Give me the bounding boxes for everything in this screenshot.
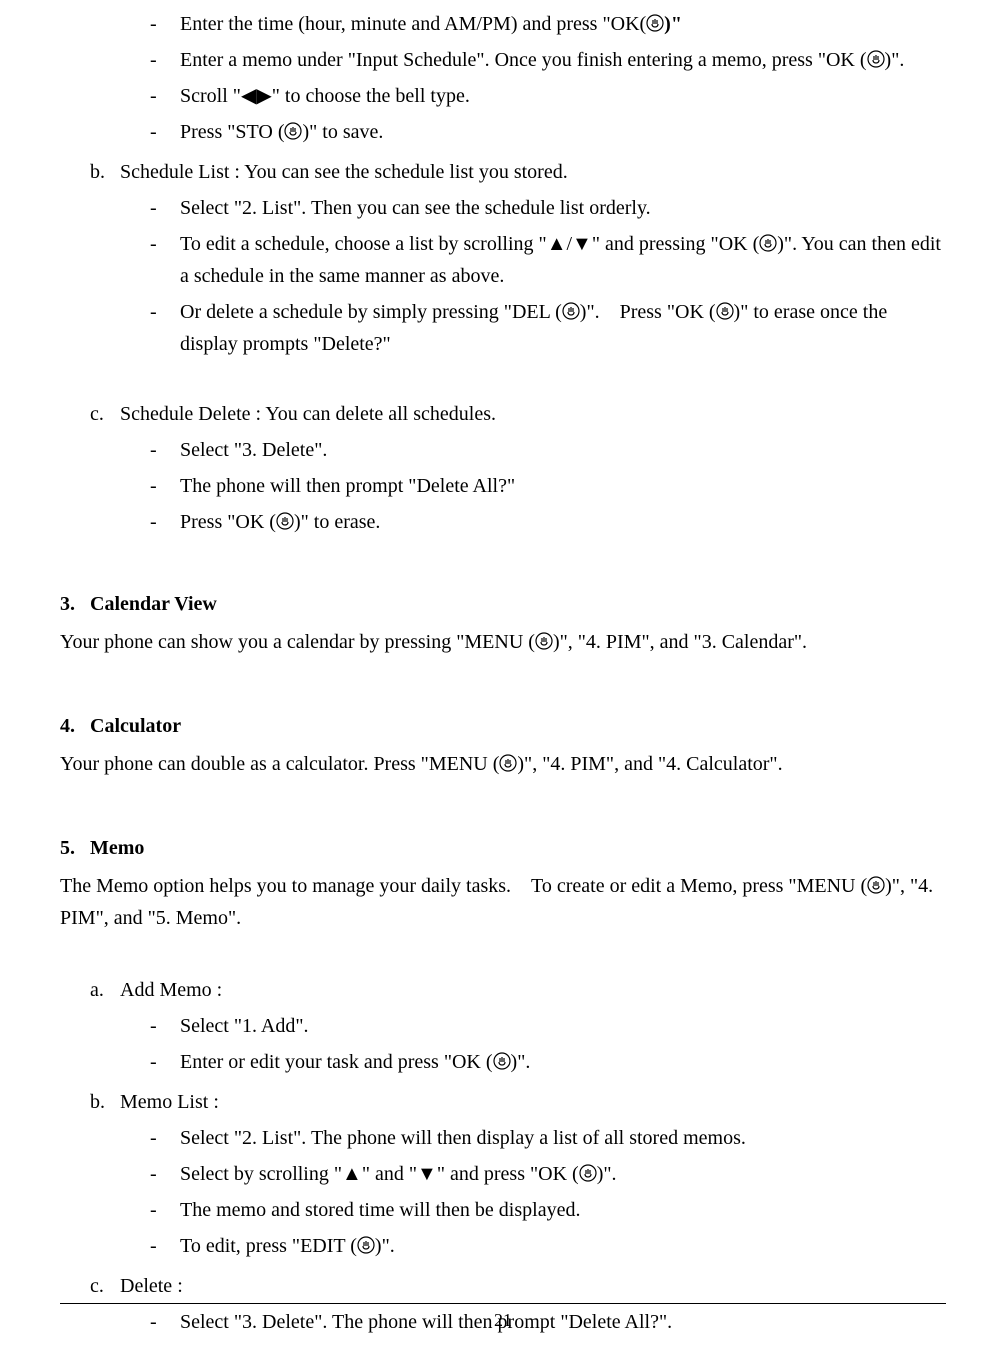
item-b-memo-list: b. Memo List : — [60, 1086, 946, 1118]
ok-hand-icon — [579, 1164, 597, 1182]
bullet-text: The memo and stored time will then be di… — [180, 1194, 946, 1226]
bullet-c-2: - The phone will then prompt "Delete All… — [60, 470, 946, 502]
del-hand-icon — [562, 302, 580, 320]
bullet-scroll-bell: - Scroll "◀▶" to choose the bell type. — [60, 80, 946, 112]
bullet-memo-list-3: - The memo and stored time will then be … — [60, 1194, 946, 1226]
dash: - — [150, 8, 180, 40]
bullet-text: To edit a schedule, choose a list by scr… — [180, 228, 946, 292]
section-4-heading: 4. Calculator — [60, 710, 946, 742]
section-5-body: The Memo option helps you to manage your… — [60, 870, 946, 934]
ok-hand-icon — [759, 234, 777, 252]
dash: - — [150, 80, 180, 112]
bullet-c-3: - Press "OK ()" to erase. — [60, 506, 946, 538]
item-c-memo-title: Delete : — [120, 1270, 183, 1302]
dash: - — [150, 1122, 180, 1154]
ok-hand-icon — [646, 14, 664, 32]
down-arrow-icon: ▼ — [417, 1163, 437, 1185]
menu-hand-icon — [535, 632, 553, 650]
bullet-text: Press "OK ()" to erase. — [180, 506, 946, 538]
section-4-body: Your phone can double as a calculator. P… — [60, 748, 946, 780]
dash: - — [150, 434, 180, 466]
bullet-c-1: - Select "3. Delete". — [60, 434, 946, 466]
item-c-title: Schedule Delete : You can delete all sch… — [120, 398, 496, 430]
section-title: Memo — [90, 832, 144, 864]
section-number: 4. — [60, 710, 90, 742]
dash: - — [150, 1194, 180, 1226]
bullet-b-2: - To edit a schedule, choose a list by s… — [60, 228, 946, 292]
bullet-add-memo-1: - Select "1. Add". — [60, 1010, 946, 1042]
item-c-schedule-delete: c. Schedule Delete : You can delete all … — [60, 398, 946, 430]
item-b-title: Schedule List : You can see the schedule… — [120, 156, 568, 188]
bullet-memo-list-4: - To edit, press "EDIT ()". — [60, 1230, 946, 1262]
left-arrow-icon: ◀ — [241, 85, 256, 107]
ok-hand-icon — [284, 122, 302, 140]
bullet-enter-time: - Enter the time (hour, minute and AM/PM… — [60, 8, 946, 40]
section-title: Calculator — [90, 710, 181, 742]
up-arrow-icon: ▲ — [547, 233, 567, 255]
dash: - — [150, 228, 180, 260]
page-footer: 21 — [60, 1303, 946, 1335]
dash: - — [150, 1158, 180, 1190]
ok-hand-icon — [493, 1052, 511, 1070]
bullet-text: Select by scrolling "▲" and "▼" and pres… — [180, 1158, 946, 1190]
letter-label: b. — [90, 156, 120, 188]
bullet-text: Select "3. Delete". — [180, 434, 946, 466]
down-arrow-icon: ▼ — [572, 233, 592, 255]
bullet-text: Select "1. Add". — [180, 1010, 946, 1042]
bullet-text: Scroll "◀▶" to choose the bell type. — [180, 80, 946, 112]
section-number: 5. — [60, 832, 90, 864]
bullet-text: To edit, press "EDIT ()". — [180, 1230, 946, 1262]
letter-label: c. — [90, 398, 120, 430]
bullet-text: Or delete a schedule by simply pressing … — [180, 296, 946, 360]
section-title: Calendar View — [90, 588, 217, 620]
dash: - — [150, 44, 180, 76]
bullet-b-1: - Select "2. List". Then you can see the… — [60, 192, 946, 224]
bullet-text: Press "STO ()" to save. — [180, 116, 946, 148]
bullet-text: Enter the time (hour, minute and AM/PM) … — [180, 8, 946, 40]
up-arrow-icon: ▲ — [342, 1163, 362, 1185]
ok-hand-icon — [716, 302, 734, 320]
ok-hand-icon — [276, 512, 294, 530]
dash: - — [150, 1010, 180, 1042]
ok-hand-icon — [867, 50, 885, 68]
dash: - — [150, 296, 180, 328]
item-a-add-memo: a. Add Memo : — [60, 974, 946, 1006]
bullet-text: Select "2. List". Then you can see the s… — [180, 192, 946, 224]
item-c-memo-delete: c. Delete : — [60, 1270, 946, 1302]
menu-hand-icon — [499, 754, 517, 772]
bullet-text: Enter a memo under "Input Schedule". Onc… — [180, 44, 946, 76]
bullet-enter-memo: - Enter a memo under "Input Schedule". O… — [60, 44, 946, 76]
dash: - — [150, 116, 180, 148]
section-5-heading: 5. Memo — [60, 832, 946, 864]
item-b-memo-title: Memo List : — [120, 1086, 219, 1118]
letter-label: a. — [90, 974, 120, 1006]
bullet-text: Select "2. List". The phone will then di… — [180, 1122, 946, 1154]
bullet-add-memo-2: - Enter or edit your task and press "OK … — [60, 1046, 946, 1078]
dash: - — [150, 192, 180, 224]
edit-hand-icon — [357, 1236, 375, 1254]
bullet-memo-list-1: - Select "2. List". The phone will then … — [60, 1122, 946, 1154]
right-arrow-icon: ▶ — [256, 85, 271, 107]
page-number: 21 — [494, 1310, 512, 1330]
dash: - — [150, 506, 180, 538]
letter-label: b. — [90, 1086, 120, 1118]
dash: - — [150, 1230, 180, 1262]
dash: - — [150, 470, 180, 502]
dash: - — [150, 1046, 180, 1078]
letter-label: c. — [90, 1270, 120, 1302]
section-3-heading: 3. Calendar View — [60, 588, 946, 620]
bullet-text: Enter or edit your task and press "OK ()… — [180, 1046, 946, 1078]
bullet-press-sto: - Press "STO ()" to save. — [60, 116, 946, 148]
section-3-body: Your phone can show you a calendar by pr… — [60, 626, 946, 658]
menu-hand-icon — [867, 876, 885, 894]
item-b-schedule-list: b. Schedule List : You can see the sched… — [60, 156, 946, 188]
section-number: 3. — [60, 588, 90, 620]
bullet-memo-list-2: - Select by scrolling "▲" and "▼" and pr… — [60, 1158, 946, 1190]
item-a-title: Add Memo : — [120, 974, 222, 1006]
bullet-text: The phone will then prompt "Delete All?" — [180, 470, 946, 502]
bullet-b-3: - Or delete a schedule by simply pressin… — [60, 296, 946, 360]
